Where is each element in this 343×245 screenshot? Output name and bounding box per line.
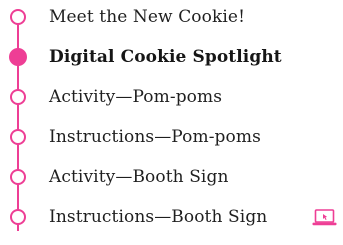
step-label: Instructions—Booth Sign (49, 207, 268, 227)
step-instructions-pom-poms[interactable]: Instructions—Pom-poms (0, 120, 343, 160)
step-label: Activity—Booth Sign (49, 167, 229, 187)
step-instructions-booth-sign[interactable]: Instructions—Booth Sign (0, 200, 343, 240)
laptop-icon (312, 209, 337, 226)
step-activity-pom-poms[interactable]: Activity—Pom-poms (0, 80, 343, 120)
step-activity-booth-sign[interactable]: Activity—Booth Sign (0, 160, 343, 200)
step-digital-cookie-spotlight[interactable]: Digital Cookie Spotlight (0, 40, 343, 80)
step-marker (10, 9, 26, 25)
step-marker-current (9, 48, 27, 66)
step-label: Digital Cookie Spotlight (49, 47, 282, 67)
step-label: Meet the New Cookie! (49, 7, 246, 27)
step-meet-the-new-cookie[interactable]: Meet the New Cookie! (0, 0, 343, 40)
step-list: Meet the New Cookie! Digital Cookie Spot… (0, 0, 343, 245)
step-marker (10, 209, 26, 225)
step-label: Instructions—Pom-poms (49, 127, 261, 147)
step-label: Activity—Pom-poms (49, 87, 223, 107)
step-marker (10, 89, 26, 105)
step-marker (10, 129, 26, 145)
step-marker (10, 169, 26, 185)
